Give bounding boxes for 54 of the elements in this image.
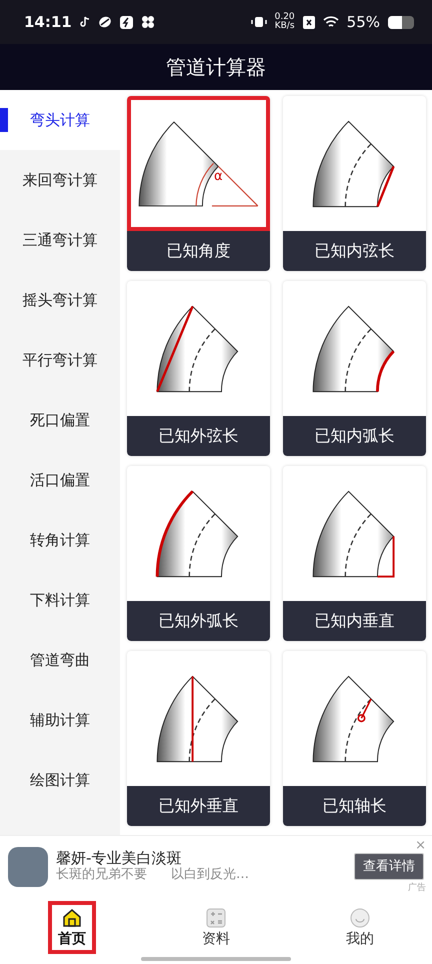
nav-tab[interactable]: 资料 [144,897,288,957]
sidebar-item[interactable]: 摇头弯计算 [0,270,120,330]
sidebar-item[interactable]: 辅助计算 [0,690,120,750]
sidebar-item[interactable]: 死口偏置 [0,390,120,450]
ad-title: 馨妍-专业美白淡斑 [56,849,182,868]
sim-icon [302,16,315,28]
sidebar-item[interactable]: 来回弯计算 [0,150,120,210]
smiley-icon [349,906,371,928]
card-label: 已知内弧长 [283,416,426,456]
clover-icon [140,15,155,29]
card-label: 已知内垂直 [283,601,426,641]
sidebar-item[interactable]: 绘图计算 [0,750,120,810]
vibrate-icon [250,16,267,28]
calculator-card[interactable]: 已知内垂直 [283,466,426,641]
home-icon [61,906,83,928]
ad-text: 以白到反光… [171,867,249,884]
calculator-card[interactable]: 已知外弧长 [127,466,270,641]
ad-tag: 广告 [408,882,426,895]
angle-symbol: α [214,170,223,182]
calculator-card[interactable]: 已知内弧长 [283,281,426,456]
details-button[interactable]: 查看详情 [354,852,424,880]
bolt-app-icon [120,16,133,28]
ad-text: 长斑的兄弟不要 [56,867,147,884]
net-unit: KB/s [274,22,295,31]
card-label: 已知轴长 [283,786,426,826]
sidebar-item[interactable]: 管道弯曲 [0,630,120,690]
sidebar-item[interactable]: 活口偏置 [0,450,120,510]
music-note-icon [80,16,90,28]
calculator-card[interactable]: 已知内弦长 [283,96,426,271]
battery-percent: 55% [346,12,380,33]
calculator-icon [205,906,227,928]
card-label: 已知角度 [127,231,270,271]
wifi-icon [322,16,339,28]
calculator-card[interactable]: 已知外垂直 [127,651,270,826]
sidebar-item[interactable]: 弯头计算 [0,90,120,150]
sidebar-item[interactable]: 转角计算 [0,510,120,570]
calculator-card[interactable]: α 已知角度 [127,96,270,271]
photo-placeholder [8,846,48,886]
calculator-card[interactable]: 已知外弦长 [127,281,270,456]
card-label: 已知外弧长 [127,601,270,641]
status-time: 14:11 [24,12,72,33]
battery-icon [388,16,414,28]
nav-tab[interactable]: 首页 [0,897,144,957]
card-label: 已知内弦长 [283,231,426,271]
nav-tab[interactable]: 我的 [288,897,432,957]
app-title: 管道计算器 [166,54,266,81]
sidebar-item[interactable]: 下料计算 [0,570,120,630]
net-speed: 0.20 [274,13,295,22]
card-label: 已知外弦长 [127,416,270,456]
leaf-icon [98,15,112,29]
sidebar-item[interactable]: 平行弯计算 [0,330,120,390]
sidebar-item[interactable]: 三通弯计算 [0,210,120,270]
calculator-card[interactable]: 已知轴长 [283,651,426,826]
card-label: 已知外垂直 [127,786,270,826]
